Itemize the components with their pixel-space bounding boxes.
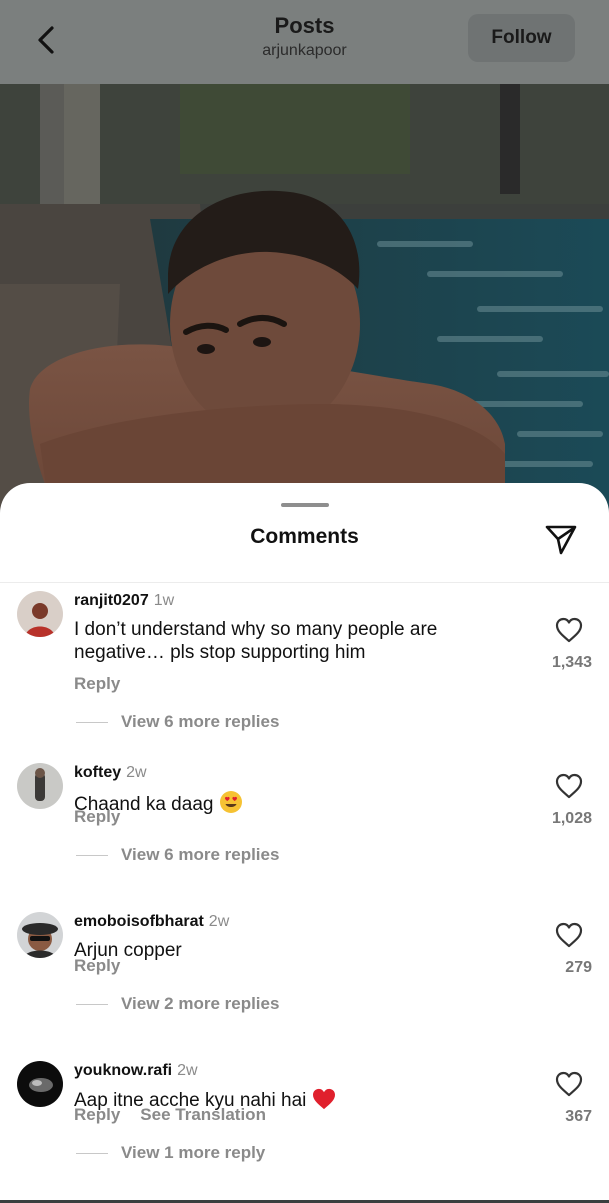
view-replies-label: View 6 more replies: [121, 712, 280, 731]
comment-time: 2w: [177, 1062, 198, 1079]
comment-actions: Reply: [74, 674, 120, 694]
sheet-grabber[interactable]: [281, 503, 329, 507]
heart-outline-icon: [555, 617, 583, 643]
reply-button[interactable]: Reply: [74, 956, 120, 975]
red-heart-emoji-icon: [313, 1088, 336, 1110]
comments-sheet: Comments ranjit0207 1w I don’t understand…: [0, 483, 609, 1200]
avatar[interactable]: [17, 591, 63, 637]
like-button[interactable]: [555, 617, 583, 643]
replies-line: [76, 722, 108, 724]
view-replies-label: View 2 more replies: [121, 994, 280, 1013]
heart-outline-icon: [555, 922, 583, 948]
like-count: 279: [565, 959, 592, 976]
comment-actions: Reply: [74, 956, 120, 976]
like-button[interactable]: [555, 922, 583, 948]
comment-username[interactable]: ranjit0207: [74, 592, 149, 609]
comment-time: 2w: [208, 913, 230, 930]
sheet-title: Comments: [250, 525, 359, 548]
comment-username[interactable]: youknow.rafi: [74, 1062, 172, 1079]
replies-line: [76, 1153, 108, 1155]
view-replies-button[interactable]: View 1 more reply: [76, 1143, 265, 1163]
comment-time: 1w: [153, 592, 175, 609]
comment-item: youknow.rafi 2w Aap itne acche kyu nahi h…: [0, 1053, 609, 1203]
heart-outline-icon: [555, 773, 583, 799]
paper-plane-icon: [545, 525, 577, 555]
avatar[interactable]: [17, 763, 63, 809]
heart-eyes-emoji-icon: [220, 791, 243, 813]
comment-item: koftey 2w Chaand ka daag Reply 1,028 View…: [0, 755, 609, 905]
comment-text: I don’t understand why so many people ar…: [74, 619, 438, 663]
comment-meta: koftey 2w: [74, 764, 147, 782]
see-translation-button[interactable]: See Translation: [140, 1105, 266, 1124]
view-replies-button[interactable]: View 6 more replies: [76, 845, 279, 865]
comment-meta: emoboisofbharat 2w: [74, 913, 229, 931]
view-replies-button[interactable]: View 6 more replies: [76, 712, 279, 732]
share-button[interactable]: [543, 521, 579, 557]
comment-actions: Reply See Translation: [74, 1105, 266, 1125]
view-replies-label: View 1 more reply: [121, 1143, 266, 1162]
comment-text: Chaand ka daag: [74, 790, 514, 816]
comment-meta: ranjit0207 1w: [74, 592, 174, 610]
reply-button[interactable]: Reply: [74, 1105, 120, 1124]
comment-text: Arjun copper: [74, 940, 182, 961]
like-count: 1,028: [551, 810, 592, 827]
heart-outline-icon: [555, 1071, 583, 1097]
view-replies-label: View 6 more replies: [121, 845, 280, 864]
comment-username[interactable]: koftey: [74, 764, 121, 781]
replies-line: [76, 855, 108, 857]
like-count: 367: [565, 1108, 592, 1125]
top-bar: Posts arjunkapoor Follow: [0, 0, 609, 84]
follow-button[interactable]: Follow: [468, 14, 575, 62]
like-button[interactable]: [555, 1071, 583, 1097]
comment-item: emoboisofbharat 2w Arjun copper Reply 279…: [0, 904, 609, 1054]
avatar[interactable]: [17, 912, 63, 958]
view-replies-button[interactable]: View 2 more replies: [76, 994, 279, 1014]
reply-button[interactable]: Reply: [74, 807, 120, 826]
reply-button[interactable]: Reply: [74, 674, 120, 693]
comment-item: ranjit0207 1w I don’t understand why so m…: [0, 583, 609, 733]
avatar[interactable]: [17, 1061, 63, 1107]
like-button[interactable]: [555, 773, 583, 799]
comment-actions: Reply: [74, 807, 120, 827]
comment-meta: youknow.rafi 2w: [74, 1062, 198, 1080]
replies-line: [76, 1004, 108, 1006]
comment-time: 2w: [126, 764, 147, 781]
like-count: 1,343: [551, 654, 592, 671]
post-image: [0, 84, 609, 514]
comment-username[interactable]: emoboisofbharat: [74, 913, 204, 930]
